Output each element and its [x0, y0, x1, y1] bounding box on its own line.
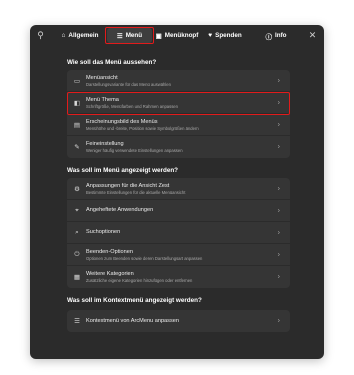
chevron-right-icon: ›	[277, 273, 280, 281]
item-title: Beenden-Optionen	[86, 248, 133, 255]
context-menu-icon: ☰	[74, 318, 80, 325]
item-title: Suchoptionen	[86, 229, 121, 235]
search-icon: ⌕	[75, 228, 79, 236]
close-icon[interactable]: ✕	[306, 29, 319, 42]
chevron-right-icon: ›	[277, 185, 280, 192]
chevron-right-icon: ›	[277, 251, 280, 258]
list-item-kontextmenue[interactable]: ☰ Kontextmenü von ArcMenu anpassen ›	[67, 310, 290, 332]
item-title: Weitere Kategorien	[86, 271, 134, 277]
section-title-content: Was soll im Menü angezeigt werden?	[67, 167, 179, 174]
tab-menuknopf[interactable]: ▣ Menüknopf	[154, 28, 200, 43]
annotation-highlight-item	[67, 92, 290, 115]
item-subtitle: Zusätzliche eigene Kategorien hinzufügen…	[86, 278, 193, 283]
home-icon: ⌂	[61, 32, 66, 39]
list-item-anpassungen-zest[interactable]: ⚙ Anpassungen für die Ansicht Zest Bestim…	[67, 178, 290, 200]
annotation-highlight-tab	[105, 27, 154, 44]
sliders-icon: ⚙	[74, 185, 80, 193]
tab-label: Menüknopf	[164, 32, 199, 39]
settings-window: ⚲ ⌂ Allgemein ☰ Menü ▣ Menüknopf ♥ Spend…	[30, 25, 324, 359]
tab-spenden[interactable]: ♥ Spenden	[206, 28, 244, 43]
item-subtitle: Bestimmte Einstellungen für die aktuelle…	[86, 189, 186, 195]
item-title: Kontextmenü von ArcMenu anpassen	[86, 317, 179, 324]
chevron-right-icon: ›	[277, 77, 280, 84]
list-item-weitere-kategorien[interactable]: ▦ Weitere Kategorien Zusätzliche eigene K…	[67, 266, 290, 288]
tab-label: Allgemein	[68, 32, 99, 39]
item-subtitle: Optionen zum Beenden sowie deren Darstel…	[86, 255, 203, 261]
group-context: ☰ Kontextmenü von ArcMenu anpassen ›	[67, 310, 290, 332]
list-item-suchoptionen[interactable]: ⌕ Suchoptionen ›	[67, 222, 290, 244]
categories-icon: ▦	[73, 274, 81, 281]
group-content: ⚙ Anpassungen für die Ansicht Zest Bestim…	[67, 178, 290, 288]
item-title: Feineinstellung	[86, 141, 124, 147]
appearance-icon: ▤	[73, 121, 81, 129]
chevron-right-icon: ›	[277, 207, 280, 214]
list-item-angeheftete-anwendungen[interactable]: ⌖ Angeheftete Anwendungen ›	[67, 200, 290, 222]
section-title-context: Was soll im Kontextmenü angezeigt werden…	[67, 297, 202, 304]
layout-icon: ▭	[73, 77, 81, 85]
wrench-icon: ✎	[74, 144, 80, 151]
tab-info[interactable]: ⓘ Info	[261, 28, 291, 43]
menu-button-icon: ▣	[155, 32, 162, 40]
chevron-right-icon: ›	[277, 317, 280, 325]
item-subtitle: Darstellungsvariante für das Menü auswäh…	[86, 81, 171, 87]
power-icon: ⏻	[74, 250, 80, 258]
list-item-beenden-optionen[interactable]: ⏻ Beenden-Optionen Optionen zum Beenden s…	[67, 244, 290, 266]
tab-bar: ⚲ ⌂ Allgemein ☰ Menü ▣ Menüknopf ♥ Spend…	[30, 25, 324, 46]
list-item-menuansicht[interactable]: ▭ Menüansicht Darstellungsvariante für da…	[67, 70, 290, 92]
tab-label: Info	[274, 32, 287, 39]
item-title: Angeheftete Anwendungen	[86, 207, 154, 213]
info-icon: ⓘ	[265, 33, 272, 41]
pin-icon: ⌖	[75, 206, 79, 214]
chevron-right-icon: ›	[277, 121, 280, 128]
item-title: Erscheinungsbild des Menüs	[86, 118, 158, 125]
search-icon[interactable]: ⚲	[34, 29, 47, 42]
list-item-feineinstellung[interactable]: ✎ Feineinstellung Weniger häufig verwende…	[67, 136, 290, 158]
chevron-right-icon: ›	[277, 143, 280, 151]
section-title-look: Wie soll das Menü aussehen?	[67, 59, 157, 66]
item-subtitle: Menühöhe und -breite, Position sowie Sym…	[86, 125, 199, 131]
chevron-right-icon: ›	[277, 229, 280, 236]
heart-icon: ♥	[208, 32, 213, 39]
list-item-erscheinungsbild[interactable]: ▤ Erscheinungsbild des Menüs Menühöhe und…	[67, 114, 290, 136]
tab-label: Spenden	[215, 32, 242, 39]
item-title: Anpassungen für die Ansicht Zest	[86, 182, 170, 189]
tab-allgemein[interactable]: ⌂ Allgemein	[58, 28, 102, 43]
item-title: Menüansicht	[86, 74, 118, 81]
item-subtitle: Weniger häufig verwendete Einstellungen …	[86, 148, 183, 153]
